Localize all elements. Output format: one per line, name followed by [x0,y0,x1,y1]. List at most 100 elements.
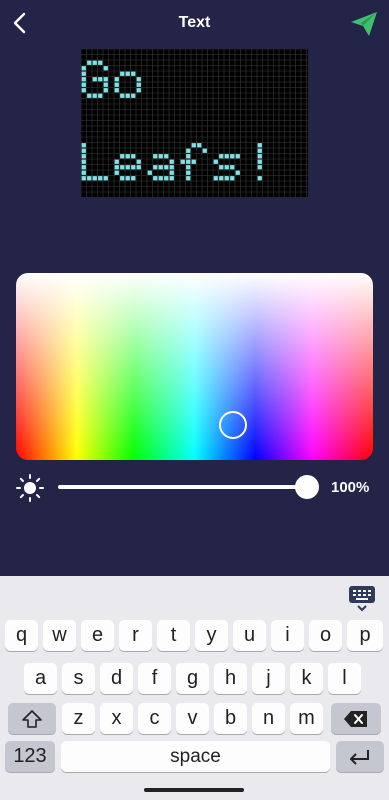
key-u[interactable]: u [233,620,266,651]
backspace-icon [344,710,367,727]
space-key[interactable]: space [61,741,330,772]
led-pixel [125,154,130,159]
matrix-text-line-1 [81,60,141,98]
numbers-key[interactable]: 123 [5,741,55,772]
led-pixel [120,93,125,98]
led-pixel [114,159,119,164]
led-pixel [87,176,92,181]
return-key[interactable] [336,741,384,772]
key-f[interactable]: f [138,663,171,694]
key-q[interactable]: q [5,620,38,651]
led-pixel [114,77,119,82]
led-matrix-grid [81,49,308,197]
key-o[interactable]: o [309,620,342,651]
key-m[interactable]: m [290,703,323,734]
led-pixel [120,154,125,159]
led-pixel [213,159,218,164]
led-pixel [120,165,125,170]
led-pixel [98,176,103,181]
color-picker[interactable] [16,273,373,460]
led-pixel [158,176,163,181]
led-pixel [224,176,229,181]
led-pixel [164,154,169,159]
key-x[interactable]: x [100,703,133,734]
send-icon[interactable] [349,10,379,38]
led-pixel [186,154,191,159]
key-g[interactable]: g [176,663,209,694]
led-pixel [186,159,191,164]
led-pixel [81,154,86,159]
led-pixel [87,60,92,65]
key-s[interactable]: s [62,663,95,694]
key-i[interactable]: i [271,620,304,651]
key-v[interactable]: v [176,703,209,734]
key-d[interactable]: d [100,663,133,694]
led-pixel [169,165,174,170]
led-pixel [103,82,108,87]
key-n[interactable]: n [252,703,285,734]
led-pixel [153,165,158,170]
brightness-control: 100% [0,470,389,504]
led-pixel [186,176,191,181]
top-bar: Text [0,0,389,48]
led-pixel [164,176,169,181]
keyboard-hide-icon[interactable] [346,581,378,613]
led-pixel [131,154,136,159]
led-pixel [125,176,130,181]
led-pixel [136,82,141,87]
led-pixel [230,176,235,181]
led-pixel [131,71,136,76]
led-pixel [213,176,218,181]
led-pixel [230,165,235,170]
led-pixel [235,170,240,175]
led-pixel [136,77,141,82]
led-pixel [158,154,163,159]
brightness-value: 100% [331,479,370,496]
key-r[interactable]: r [119,620,152,651]
led-pixel [153,154,158,159]
brightness-slider-track[interactable] [58,485,308,489]
key-a[interactable]: a [24,663,57,694]
led-pixel [125,93,130,98]
led-pixel [131,165,136,170]
key-w[interactable]: w [43,620,76,651]
led-pixel [169,176,174,181]
led-pixel [81,82,86,87]
led-pixel [81,88,86,93]
key-t[interactable]: t [157,620,190,651]
backspace-key[interactable] [331,703,381,734]
led-pixel [169,159,174,164]
led-pixel [81,176,86,181]
key-k[interactable]: k [290,663,323,694]
led-pixel [81,159,86,164]
brightness-slider-thumb[interactable] [295,475,319,499]
key-j[interactable]: j [252,663,285,694]
led-pixel [230,154,235,159]
key-b[interactable]: b [214,703,247,734]
key-p[interactable]: p [347,620,383,651]
led-pixel [257,176,262,181]
led-pixel [131,176,136,181]
led-pixel [257,154,262,159]
led-pixel [136,165,141,170]
led-pixel [257,159,262,164]
key-e[interactable]: e [81,620,114,651]
key-c[interactable]: c [138,703,171,734]
led-pixel [103,88,108,93]
key-y[interactable]: y [195,620,228,651]
led-pixel [169,170,174,175]
color-picker-handle[interactable] [219,411,247,439]
page-title: Text [178,14,211,31]
key-h[interactable]: h [214,663,247,694]
led-pixel [92,93,97,98]
led-pixel [164,165,169,170]
led-pixel [219,154,224,159]
led-pixel [257,143,262,148]
key-z[interactable]: z [62,703,95,734]
led-pixel [191,159,196,164]
led-pixel [98,60,103,65]
key-l[interactable]: l [328,663,361,694]
shift-key[interactable] [8,703,56,734]
led-pixel [81,66,86,71]
led-pixel [87,93,92,98]
